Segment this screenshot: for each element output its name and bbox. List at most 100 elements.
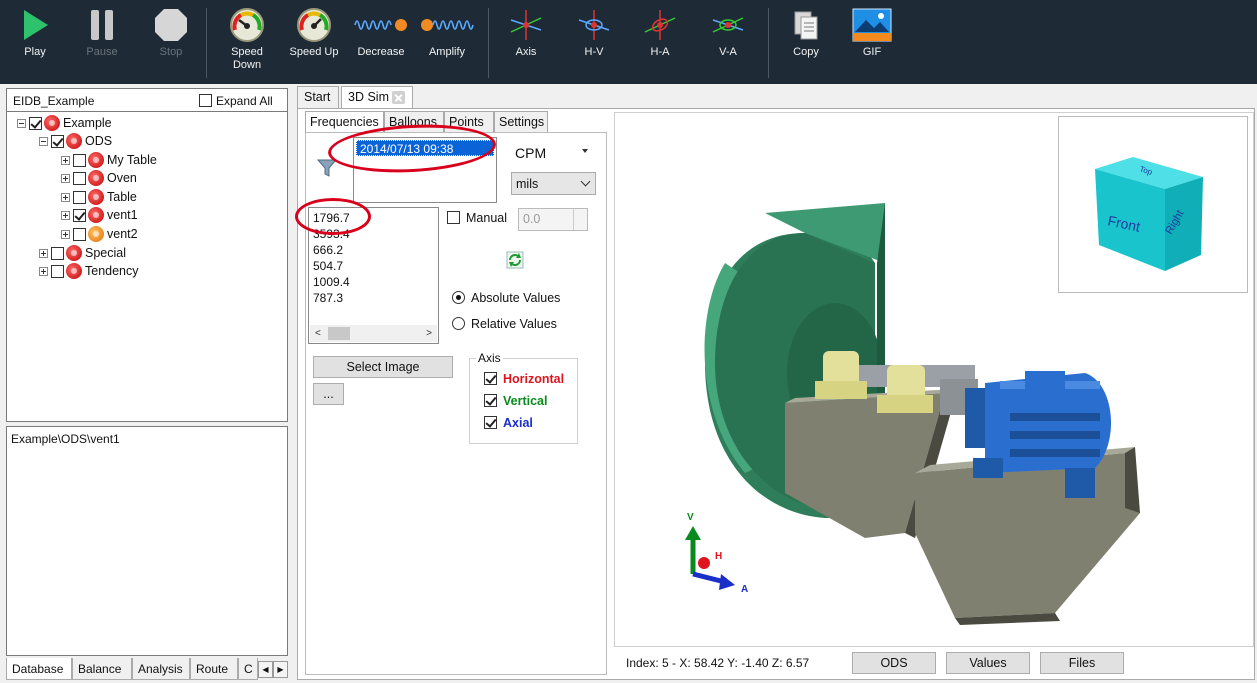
tab-truncated[interactable]: C (238, 658, 258, 680)
horizontal-scrollbar[interactable]: < > (310, 325, 437, 342)
speed-down-button[interactable]: Speed Down (222, 0, 272, 84)
horizontal-box[interactable] (484, 372, 497, 386)
manual-box[interactable] (447, 211, 460, 225)
node-checkbox[interactable] (73, 208, 86, 222)
frequency-unit-selector[interactable]: CPM (515, 145, 546, 161)
amplitude-unit-select[interactable]: mils (511, 172, 596, 195)
va-button[interactable]: V-A (706, 0, 750, 84)
relative-values-radio[interactable]: Relative Values (452, 316, 557, 331)
hv-plane-icon (578, 10, 610, 40)
files-button[interactable]: Files (1040, 652, 1124, 674)
refresh-icon[interactable] (506, 251, 524, 269)
radio-dot[interactable] (452, 291, 465, 305)
vertical-box[interactable] (484, 394, 497, 408)
tree-node-my-table[interactable]: My Table (61, 152, 157, 170)
expand-toggle[interactable] (61, 210, 70, 220)
gif-label: GIF (862, 46, 882, 58)
stop-button[interactable]: Stop (150, 0, 192, 84)
pause-button[interactable]: Pause (80, 0, 124, 84)
tree-node-vent1[interactable]: vent1 (61, 207, 138, 225)
values-button[interactable]: Values (946, 652, 1030, 674)
tab-analysis[interactable]: Analysis (132, 658, 190, 680)
axis-group: Axis Horizontal Vertical Axial (469, 351, 578, 444)
vertical-checkbox[interactable]: Vertical (484, 393, 547, 408)
tree-node-oven[interactable]: Oven (61, 170, 137, 188)
axial-checkbox[interactable]: Axial (484, 415, 533, 430)
spin-buttons[interactable] (573, 209, 587, 230)
expand-all-box[interactable] (199, 94, 212, 108)
copy-button[interactable]: Copy (786, 0, 826, 84)
axial-box[interactable] (484, 416, 497, 430)
collapse-toggle[interactable] (39, 136, 48, 146)
tree-node-tendency[interactable]: Tendency (39, 263, 139, 281)
tree-node-vent2[interactable]: vent2 (61, 226, 138, 244)
browse-button[interactable]: ... (313, 383, 344, 405)
collapse-toggle[interactable] (17, 118, 26, 128)
node-checkbox[interactable] (73, 190, 86, 204)
tab-route[interactable]: Route (190, 658, 238, 680)
radio-dot[interactable] (452, 317, 465, 331)
axis-button[interactable]: Axis (504, 0, 548, 84)
speedometer-fast-icon (297, 8, 331, 42)
node-checkbox[interactable] (51, 246, 64, 260)
tree-node-example[interactable]: Example (17, 115, 112, 133)
pause-label: Pause (86, 46, 118, 58)
tab-settings[interactable]: Settings (494, 111, 548, 132)
node-checkbox[interactable] (29, 116, 42, 130)
tree-node-ods[interactable]: ODS (39, 133, 112, 151)
list-item[interactable]: 666.2 (313, 243, 343, 257)
speed-up-button[interactable]: Speed Up (288, 0, 340, 84)
scroll-left-icon[interactable]: < (315, 328, 321, 339)
expand-toggle[interactable] (61, 173, 70, 183)
expand-toggle[interactable] (61, 192, 70, 202)
expand-toggle[interactable] (39, 248, 48, 258)
absolute-values-label: Absolute Values (471, 290, 561, 305)
frequency-value: 787.3 (313, 291, 344, 305)
frequency-value: 504.7 (313, 259, 344, 273)
expand-toggle[interactable] (39, 266, 48, 276)
va-plane-icon (712, 17, 744, 33)
tab-database[interactable]: Database (6, 658, 72, 680)
gif-button[interactable]: GIF (850, 0, 894, 84)
node-icon (88, 152, 104, 168)
chevron-down-icon[interactable] (582, 149, 588, 153)
tab-scroll-left-icon[interactable]: ◀ (258, 661, 273, 678)
tree-node-table[interactable]: Table (61, 189, 137, 207)
view-cube-icon[interactable]: Front Right Top (1059, 117, 1249, 294)
axial-label: Axial (503, 415, 533, 430)
node-checkbox[interactable] (51, 134, 64, 148)
node-checkbox[interactable] (73, 171, 86, 185)
tab-scroll-right-icon[interactable]: ▶ (273, 661, 288, 678)
absolute-values-radio[interactable]: Absolute Values (452, 290, 560, 305)
node-checkbox[interactable] (73, 227, 86, 241)
hv-button[interactable]: H-V (572, 0, 616, 84)
tab-balance[interactable]: Balance (72, 658, 132, 680)
decrease-button[interactable]: Decrease (352, 0, 410, 84)
expand-toggle[interactable] (61, 155, 70, 165)
tab-label: Analysis (138, 662, 183, 676)
node-checkbox[interactable] (73, 153, 86, 167)
amplify-button[interactable]: Amplify (418, 0, 476, 84)
list-item[interactable]: 1009.4 (313, 275, 350, 289)
play-button[interactable]: Play (14, 0, 56, 84)
ods-button[interactable]: ODS (852, 652, 936, 674)
list-item[interactable]: 787.3 (313, 291, 343, 305)
scroll-thumb[interactable] (328, 327, 350, 340)
tab-start[interactable]: Start (297, 86, 339, 108)
scroll-right-icon[interactable]: > (426, 328, 432, 339)
tab-3d-sim[interactable]: 3D Sim (341, 86, 413, 109)
horizontal-checkbox[interactable]: Horizontal (484, 371, 564, 386)
tree-node-special[interactable]: Special (39, 245, 126, 263)
view-cube-panel[interactable]: Front Right Top (1058, 116, 1248, 293)
expand-all-checkbox[interactable]: Expand All (199, 93, 273, 108)
node-checkbox[interactable] (51, 264, 64, 278)
expand-toggle[interactable] (61, 229, 70, 239)
manual-checkbox[interactable]: Manual (447, 210, 507, 225)
ha-button[interactable]: H-A (638, 0, 682, 84)
close-icon[interactable] (391, 91, 405, 105)
speed-up-label: Speed Up (289, 46, 339, 58)
manual-value-input[interactable]: 0.0 (518, 208, 588, 231)
select-image-button[interactable]: Select Image (313, 356, 453, 378)
list-item[interactable]: 504.7 (313, 259, 343, 273)
tab-label: Settings (499, 115, 545, 129)
